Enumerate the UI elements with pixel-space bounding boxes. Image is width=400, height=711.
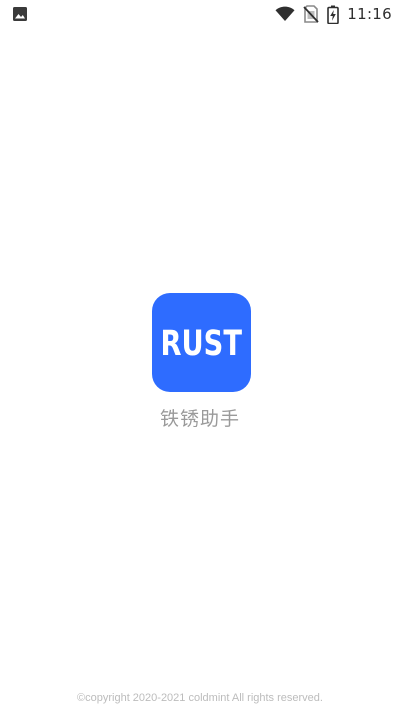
wifi-icon [275, 6, 295, 22]
logo-text: RUST [160, 323, 243, 364]
no-sim-icon [303, 5, 319, 23]
status-time: 11:16 [347, 5, 392, 23]
app-logo: RUST [152, 293, 251, 392]
battery-charging-icon [327, 5, 340, 24]
copyright-text: ©copyright 2020-2021 coldmint All rights… [77, 692, 323, 704]
status-icons: 11:16 [275, 4, 392, 24]
status-bar: 11:16 [0, 0, 400, 28]
app-name: 铁锈助手 [159, 408, 240, 430]
image-icon [12, 6, 28, 22]
logo-tile: RUST [152, 293, 251, 392]
splash-screen: 11:16 RUST 铁锈助手 ©copyright 2020-2021 col… [0, 0, 400, 711]
